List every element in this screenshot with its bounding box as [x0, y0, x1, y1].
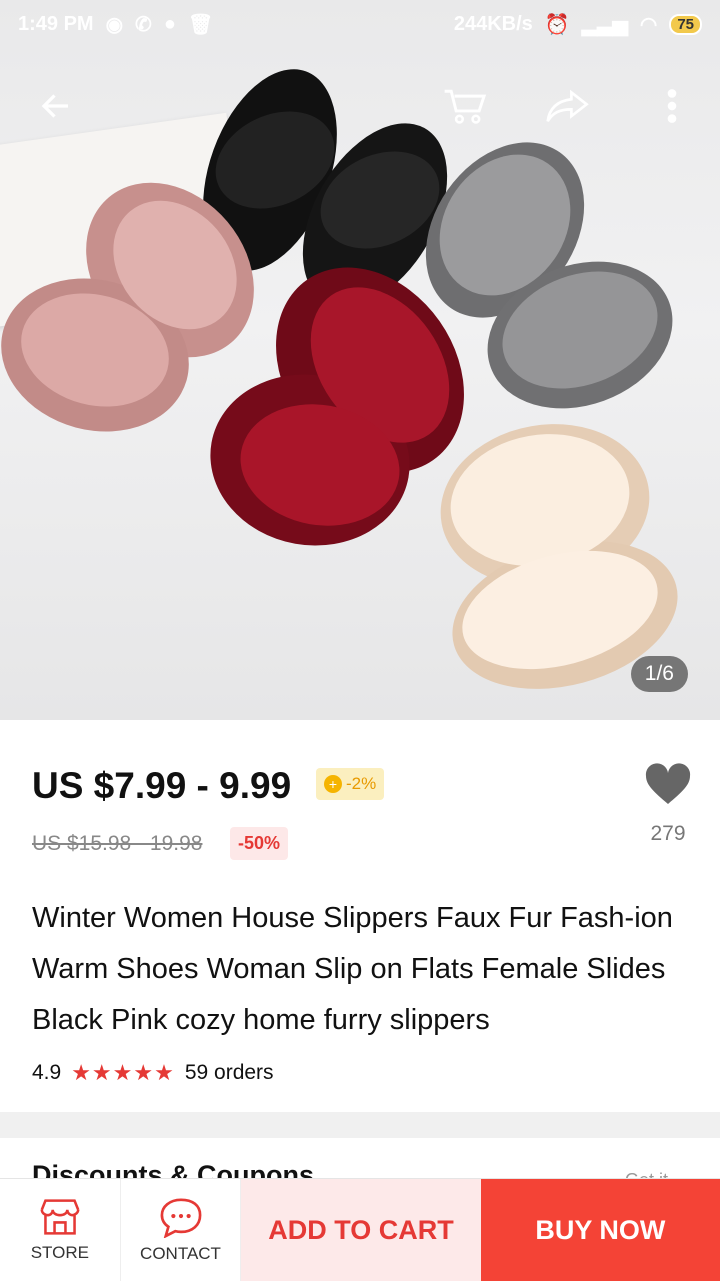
clock: 1:49 PM — [18, 12, 94, 35]
messenger-icon: ◉ — [105, 13, 124, 36]
discount-badge: -50% — [230, 827, 289, 860]
store-label: STORE — [30, 1243, 89, 1262]
image-counter: 1/6 — [630, 656, 688, 692]
network-speed: 244KB/s — [453, 12, 533, 35]
chat-bubble-icon — [160, 1198, 201, 1238]
discounts-section-title[interactable]: Discounts & Coupons — [32, 1160, 314, 1178]
buy-now-button[interactable]: BUY NOW — [480, 1179, 720, 1281]
contact-label: CONTACT — [140, 1244, 221, 1263]
coin-discount-badge[interactable]: + -2% — [316, 768, 385, 800]
contact-button[interactable]: CONTACT — [121, 1179, 242, 1281]
chat-icon: ● — [163, 12, 176, 35]
original-price: US $15.98 - 19.98 — [32, 832, 203, 855]
price: US $7.99 - 9.99 — [32, 765, 292, 806]
signal-icon: ▂▃▅ — [581, 13, 628, 36]
top-nav — [0, 78, 720, 138]
store-icon — [40, 1199, 80, 1235]
more-vertical-icon[interactable] — [644, 78, 700, 134]
wishlist-count: 279 — [650, 822, 686, 845]
back-arrow-icon[interactable] — [28, 78, 84, 134]
product-title: Winter Women House Slippers Faux Fur Fas… — [32, 902, 673, 1036]
trash-icon: 🗑 — [187, 13, 214, 36]
rating-row[interactable]: 4.9 ★★★★★ 59 orders — [32, 1060, 274, 1086]
wifi-icon: ◠ — [639, 13, 658, 36]
rating-value: 4.9 — [32, 1061, 62, 1084]
orders-count: 59 orders — [184, 1061, 274, 1084]
status-bar: 1:49 PM ◉ ✆ ● 🗑 244KB/s ⏰ ▂▃▅ ◠ 75 — [0, 0, 720, 48]
heart-icon[interactable] — [644, 762, 692, 806]
coin-discount: -2% — [346, 774, 377, 793]
add-to-cart-button[interactable]: ADD TO CART — [241, 1179, 481, 1281]
share-icon[interactable] — [540, 78, 596, 134]
battery-icon: 75 — [669, 13, 702, 35]
alarm-icon: ⏰ — [544, 13, 570, 36]
section-divider — [0, 1112, 720, 1138]
cart-icon[interactable] — [438, 78, 494, 134]
bottom-action-bar: STORE CONTACT ADD TO CART BUY NOW — [0, 1178, 720, 1281]
coin-icon: + — [324, 775, 342, 793]
star-rating-icon: ★★★★★ — [71, 1060, 175, 1085]
whatsapp-icon: ✆ — [135, 13, 152, 36]
store-button[interactable]: STORE — [0, 1179, 121, 1281]
